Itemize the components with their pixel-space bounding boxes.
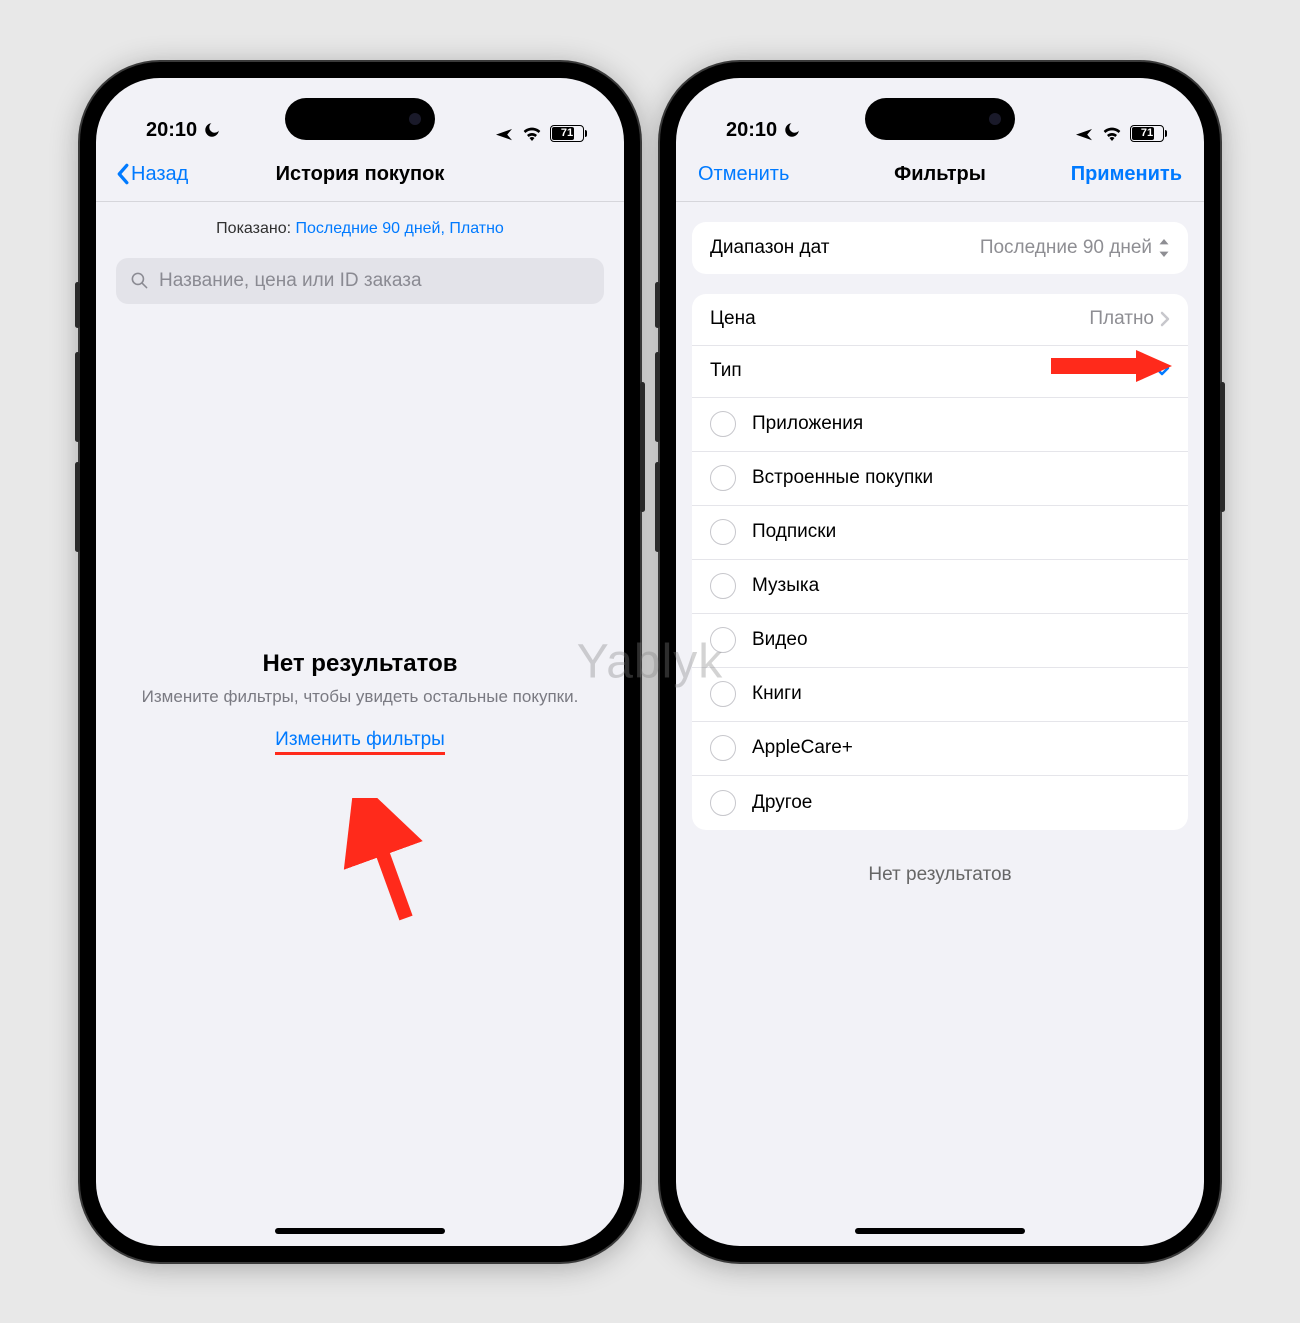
home-indicator[interactable] — [855, 1228, 1025, 1234]
annotation-arrow-left — [341, 798, 431, 928]
nav-header: Назад История покупок — [96, 148, 624, 202]
status-time: 20:10 — [726, 119, 777, 142]
home-indicator[interactable] — [275, 1228, 445, 1234]
annotation-arrow-right — [1046, 346, 1176, 386]
empty-subtitle: Измените фильтры, чтобы увидеть остальны… — [126, 686, 594, 709]
battery-icon: 71 — [1130, 125, 1164, 142]
dnd-moon-icon — [203, 121, 221, 139]
volume-up — [655, 352, 660, 442]
ringer-switch — [655, 282, 660, 328]
radio-icon — [710, 519, 736, 545]
chevron-right-icon — [1160, 311, 1170, 327]
radio-icon — [710, 465, 736, 491]
no-results-footer: Нет результатов — [676, 830, 1204, 920]
volume-down — [75, 462, 80, 552]
ringer-switch — [75, 282, 80, 328]
sort-updown-icon — [1158, 239, 1170, 257]
phone-left: 20:10 71 Назад История покупок Показано:… — [80, 62, 640, 1262]
date-range-row[interactable]: Диапазон дат Последние 90 дней — [692, 222, 1188, 274]
search-icon — [130, 271, 149, 290]
type-option-books[interactable]: Книги — [692, 668, 1188, 722]
dynamic-island — [865, 98, 1015, 140]
battery-icon: 71 — [550, 125, 584, 142]
power-button — [640, 382, 645, 512]
airplane-icon — [494, 125, 514, 141]
volume-up — [75, 352, 80, 442]
wifi-icon — [522, 126, 542, 141]
phone-right: 20:10 71 Отменить Фильтры Применить Диап… — [660, 62, 1220, 1262]
type-option-music[interactable]: Музыка — [692, 560, 1188, 614]
radio-icon — [710, 573, 736, 599]
airplane-icon — [1074, 125, 1094, 141]
radio-icon — [710, 790, 736, 816]
radio-icon — [710, 735, 736, 761]
radio-icon — [710, 411, 736, 437]
nav-header: Отменить Фильтры Применить — [676, 148, 1204, 202]
empty-title: Нет результатов — [126, 650, 594, 678]
chevron-left-icon — [116, 163, 129, 185]
wifi-icon — [1102, 126, 1122, 141]
type-option-inapp[interactable]: Встроенные покупки — [692, 452, 1188, 506]
dynamic-island — [285, 98, 435, 140]
shown-filters-link[interactable]: Последние 90 дней, Платно — [296, 220, 504, 237]
search-input-wrap[interactable] — [116, 258, 604, 304]
type-option-subs[interactable]: Подписки — [692, 506, 1188, 560]
change-filters-link[interactable]: Изменить фильтры — [275, 729, 445, 755]
cancel-button[interactable]: Отменить — [698, 163, 789, 186]
page-title: История покупок — [276, 163, 445, 186]
search-input[interactable] — [159, 270, 590, 292]
apply-button[interactable]: Применить — [1071, 163, 1182, 186]
volume-down — [655, 462, 660, 552]
type-option-other[interactable]: Другое — [692, 776, 1188, 830]
status-time: 20:10 — [146, 119, 197, 142]
type-option-apps[interactable]: Приложения — [692, 398, 1188, 452]
back-button[interactable]: Назад — [116, 163, 188, 186]
radio-icon — [710, 627, 736, 653]
page-title: Фильтры — [894, 163, 986, 186]
empty-state: Нет результатов Измените фильтры, чтобы … — [96, 650, 624, 751]
radio-icon — [710, 681, 736, 707]
price-row[interactable]: Цена Платно — [692, 294, 1188, 346]
type-option-applecare[interactable]: AppleCare+ — [692, 722, 1188, 776]
type-option-video[interactable]: Видео — [692, 614, 1188, 668]
power-button — [1220, 382, 1225, 512]
dnd-moon-icon — [783, 121, 801, 139]
shown-filters-label: Показано: Последние 90 дней, Платно — [96, 202, 624, 252]
